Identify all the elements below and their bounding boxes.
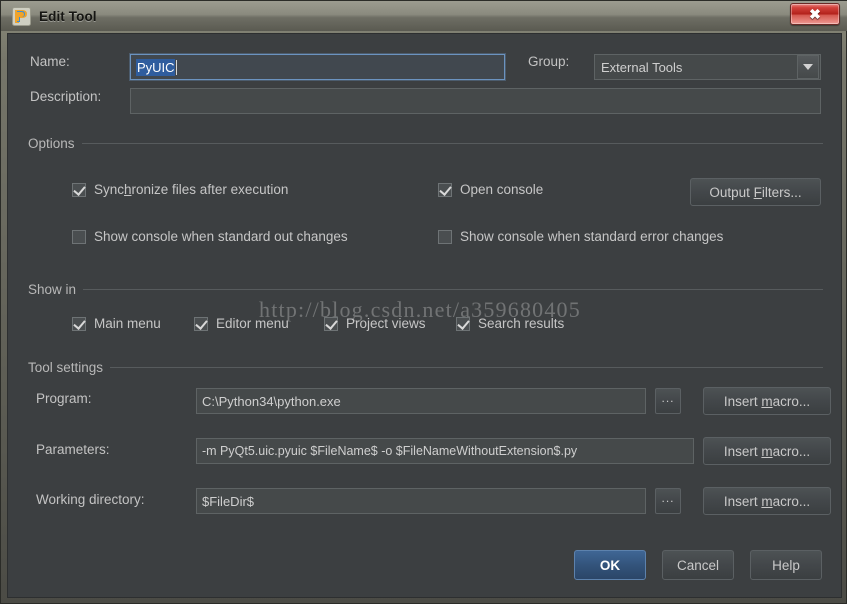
checkbox-project-views[interactable]: Project views bbox=[324, 316, 426, 331]
section-divider bbox=[81, 143, 823, 144]
program-browse-button[interactable]: ... bbox=[655, 388, 681, 414]
program-label: Program: bbox=[36, 391, 92, 406]
description-label: Description: bbox=[30, 89, 102, 104]
group-label: Group: bbox=[528, 54, 570, 69]
checkbox-search-results[interactable]: Search results bbox=[456, 316, 564, 331]
window-frame: Edit Tool ✖ Name: PyUIC Group: External … bbox=[0, 0, 847, 604]
checkbox-icon[interactable] bbox=[324, 316, 338, 331]
text-caret bbox=[175, 59, 177, 75]
program-input[interactable]: C:\Python34\python.exe bbox=[196, 388, 646, 414]
working-directory-label: Working directory: bbox=[36, 492, 145, 507]
checkbox-main-menu[interactable]: Main menu bbox=[72, 316, 161, 331]
name-input-value: PyUIC bbox=[136, 58, 175, 76]
ellipsis-icon: ... bbox=[661, 491, 675, 505]
cancel-button[interactable]: Cancel bbox=[662, 550, 734, 580]
name-input[interactable]: PyUIC bbox=[130, 54, 505, 80]
ok-button[interactable]: OK bbox=[574, 550, 646, 580]
section-divider bbox=[83, 289, 823, 290]
checkbox-label: Open console bbox=[460, 182, 544, 197]
showin-section-header: Show in bbox=[28, 282, 823, 297]
section-divider bbox=[110, 367, 823, 368]
working-directory-input-value: $FileDir$ bbox=[202, 493, 255, 509]
showin-section-label: Show in bbox=[28, 282, 77, 297]
checkbox-label: Show console when standard error changes bbox=[460, 229, 724, 244]
checkbox-label: Main menu bbox=[94, 316, 161, 331]
close-icon: ✖ bbox=[809, 6, 821, 22]
description-input[interactable] bbox=[130, 88, 821, 114]
options-section-label: Options bbox=[28, 136, 75, 151]
parameters-row: Parameters: bbox=[36, 442, 110, 457]
options-section-header: Options bbox=[28, 136, 823, 151]
group-combobox-value: External Tools bbox=[601, 59, 683, 75]
chevron-down-icon[interactable] bbox=[797, 55, 819, 79]
checkbox-icon[interactable] bbox=[194, 316, 208, 331]
help-button[interactable]: Help bbox=[750, 550, 822, 580]
checkbox-show-console-stdout[interactable]: Show console when standard out changes bbox=[72, 229, 348, 244]
parameters-input[interactable]: -m PyQt5.uic.pyuic $FileName$ -o $FileNa… bbox=[196, 438, 694, 464]
working-directory-insert-macro-button[interactable]: Insert macro... bbox=[703, 487, 831, 515]
program-insert-macro-button[interactable]: Insert macro... bbox=[703, 387, 831, 415]
insert-macro-label: Insert macro... bbox=[723, 493, 811, 509]
checkbox-icon[interactable] bbox=[72, 229, 86, 244]
parameters-input-value: -m PyQt5.uic.pyuic $FileName$ -o $FileNa… bbox=[202, 444, 578, 458]
insert-macro-label: Insert macro... bbox=[723, 393, 811, 409]
checkbox-label: Editor menu bbox=[216, 316, 289, 331]
ok-button-label: OK bbox=[599, 557, 621, 573]
parameters-label: Parameters: bbox=[36, 442, 110, 457]
working-directory-input[interactable]: $FileDir$ bbox=[196, 488, 646, 514]
name-label: Name: bbox=[30, 54, 70, 69]
window-title: Edit Tool bbox=[39, 8, 97, 24]
checkbox-icon[interactable] bbox=[438, 182, 452, 197]
checkbox-label: Project views bbox=[346, 316, 426, 331]
checkbox-icon[interactable] bbox=[456, 316, 470, 331]
working-directory-row: Working directory: bbox=[36, 492, 145, 507]
description-row: Description: bbox=[30, 89, 101, 104]
name-row: Name: bbox=[30, 54, 120, 69]
parameters-insert-macro-button[interactable]: Insert macro... bbox=[703, 437, 831, 465]
checkbox-icon[interactable] bbox=[438, 229, 452, 244]
working-directory-browse-button[interactable]: ... bbox=[655, 488, 681, 514]
checkbox-open-console[interactable]: Open console bbox=[438, 182, 543, 197]
checkbox-show-console-stderr[interactable]: Show console when standard error changes bbox=[438, 229, 723, 244]
titlebar-left-group: Edit Tool bbox=[1, 6, 97, 26]
toolsettings-section-label: Tool settings bbox=[28, 360, 104, 375]
group-row: Group: bbox=[528, 54, 569, 69]
group-combobox[interactable]: External Tools bbox=[594, 54, 821, 80]
window-titlebar[interactable]: Edit Tool ✖ bbox=[1, 1, 847, 31]
close-button[interactable]: ✖ bbox=[790, 3, 840, 25]
checkbox-icon[interactable] bbox=[72, 182, 86, 197]
output-filters-button[interactable]: Output Filters... bbox=[690, 178, 821, 206]
help-button-label: Help bbox=[772, 557, 800, 573]
checkbox-label: Synchronize files after execution bbox=[94, 182, 289, 197]
pycharm-icon bbox=[12, 6, 31, 26]
checkbox-icon[interactable] bbox=[72, 316, 86, 331]
checkbox-synchronize-files[interactable]: Synchronize files after execution bbox=[72, 182, 288, 197]
edit-tool-dialog: Name: PyUIC Group: External Tools Descri… bbox=[7, 33, 842, 598]
checkbox-label: Search results bbox=[478, 316, 565, 331]
program-row: Program: bbox=[36, 391, 92, 406]
insert-macro-label: Insert macro... bbox=[723, 443, 811, 459]
output-filters-label: Output Filters... bbox=[709, 184, 802, 200]
toolsettings-section-header: Tool settings bbox=[28, 360, 823, 375]
cancel-button-label: Cancel bbox=[676, 557, 720, 573]
ellipsis-icon: ... bbox=[661, 391, 675, 405]
program-input-value: C:\Python34\python.exe bbox=[202, 393, 341, 409]
checkbox-editor-menu[interactable]: Editor menu bbox=[194, 316, 289, 331]
checkbox-label: Show console when standard out changes bbox=[94, 229, 348, 244]
